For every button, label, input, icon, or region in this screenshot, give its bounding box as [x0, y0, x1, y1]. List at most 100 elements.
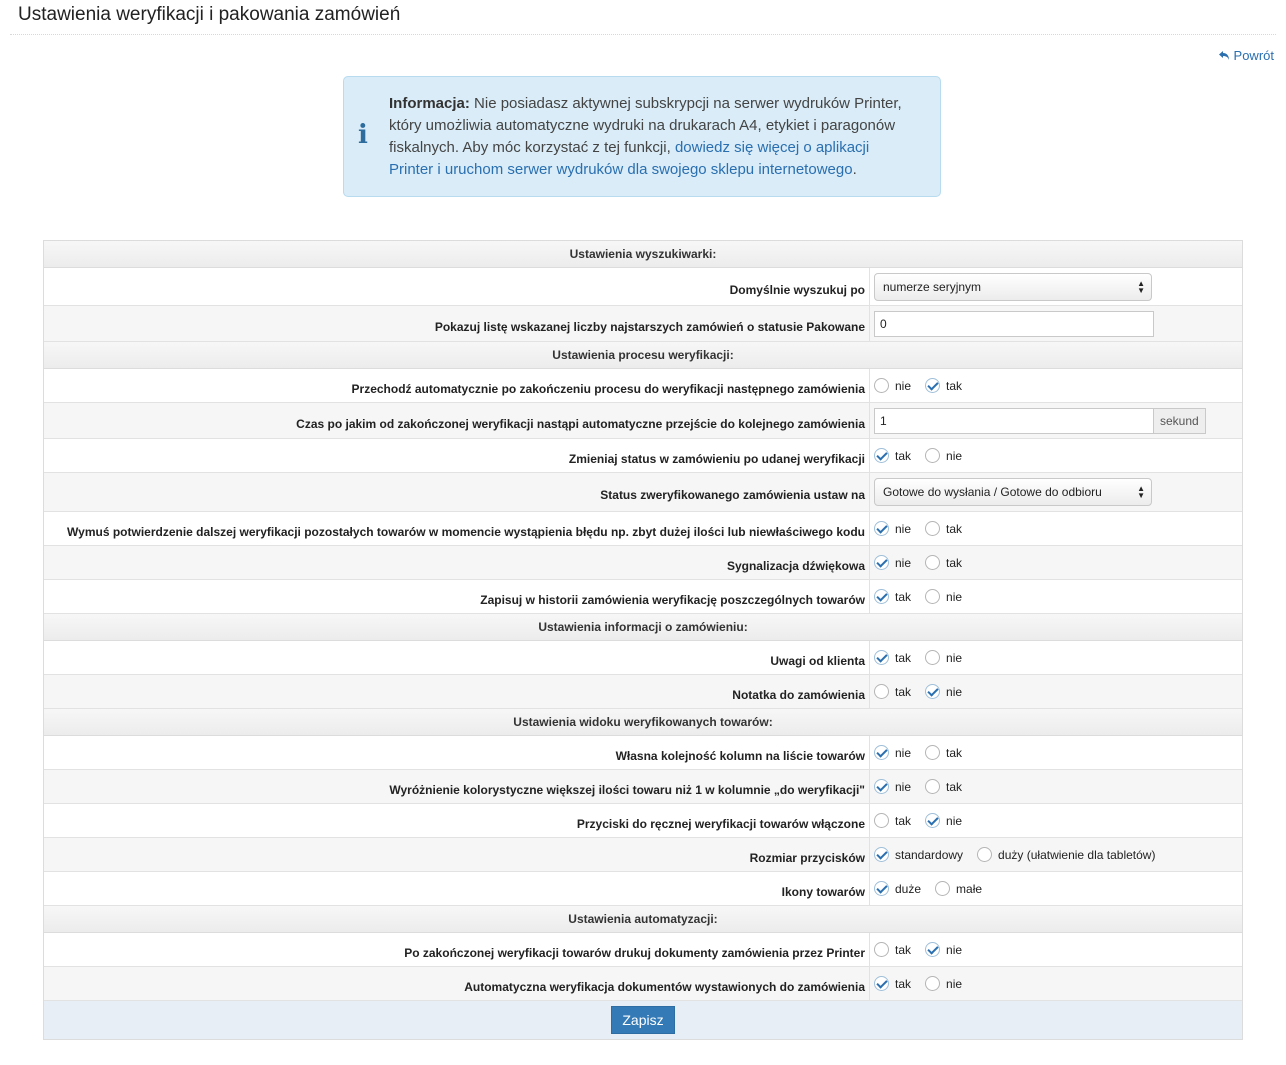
opt-label: nie: [895, 745, 912, 760]
opt-label: duże: [895, 881, 922, 896]
row-client-notes: Uwagi od klienta tak nie: [44, 641, 1242, 675]
opt-label: nie: [946, 942, 963, 957]
order-note-no[interactable]: nie: [925, 684, 962, 699]
auto-docs-yes[interactable]: tak: [874, 976, 911, 991]
row-label: Czas po jakim od zakończonej weryfikacji…: [44, 403, 870, 438]
back-link[interactable]: Powrót: [1218, 48, 1274, 63]
row-label: Po zakończonej weryfikacji towarów druku…: [44, 933, 870, 966]
radio-icon: [925, 745, 941, 760]
opt-label: małe: [956, 881, 983, 896]
opt-label: tak: [946, 779, 963, 794]
select-arrows-icon: ▲ ▼: [1137, 278, 1145, 295]
auto-docs-no[interactable]: nie: [925, 976, 962, 991]
verified-status-select[interactable]: Gotowe do wysłania / Gotowe do odbioru ▲ ▼: [874, 478, 1152, 506]
row-label: Automatyczna weryfikacja dokumentów wyst…: [44, 967, 870, 1000]
opt-label: nie: [946, 976, 963, 991]
highlight-yes[interactable]: tak: [925, 779, 962, 794]
row-column-order: Własna kolejność kolumn na liście towaró…: [44, 736, 1242, 770]
print-docs-yes[interactable]: tak: [874, 942, 911, 957]
row-label: Status zweryfikowanego zamówienia ustaw …: [44, 473, 870, 511]
print-docs-no[interactable]: nie: [925, 942, 962, 957]
section-process: Ustawienia procesu weryfikacji:: [44, 342, 1242, 369]
radio-icon: [874, 684, 889, 699]
row-order-note: Notatka do zamówienia tak nie: [44, 675, 1242, 709]
section-order-info: Ustawienia informacji o zamówieniu:: [44, 614, 1242, 641]
opt-label: tak: [946, 745, 963, 760]
change-status-no[interactable]: nie: [925, 448, 962, 463]
select-value: Gotowe do wysłania / Gotowe do odbioru: [883, 485, 1102, 499]
column-order-yes[interactable]: tak: [925, 745, 962, 760]
button-size-large[interactable]: duży (ułatwienie dla tabletów): [977, 847, 1155, 862]
opt-label: standardowy: [895, 847, 964, 862]
save-button[interactable]: Zapisz: [611, 1006, 675, 1034]
select-arrows-icon: ▲ ▼: [1137, 484, 1145, 500]
radio-checked-icon: [874, 779, 889, 794]
radio-icon: [874, 813, 889, 828]
radio-icon: [935, 881, 951, 896]
row-label: Przyciski do ręcznej weryfikacji towarów…: [44, 804, 870, 837]
history-no[interactable]: nie: [925, 589, 962, 604]
row-auto-docs: Automatyczna weryfikacja dokumentów wyst…: [44, 967, 1242, 1001]
manual-buttons-no[interactable]: nie: [925, 813, 962, 828]
radio-checked-icon: [925, 942, 941, 957]
sound-yes[interactable]: tak: [925, 555, 962, 570]
info-alert: i Informacja: Nie posiadasz aktywnej sub…: [343, 76, 941, 197]
radio-checked-icon: [874, 589, 889, 604]
radio-checked-icon: [874, 976, 889, 991]
info-icon: i: [358, 120, 368, 150]
auto-next-yes[interactable]: tak: [925, 378, 962, 393]
column-order-no[interactable]: nie: [874, 745, 911, 760]
delay-unit: sekund: [1154, 407, 1206, 434]
client-notes-no[interactable]: nie: [925, 650, 962, 665]
radio-checked-icon: [874, 745, 889, 760]
info-text: Informacja: Nie posiadasz aktywnej subsk…: [389, 93, 917, 181]
force-confirm-no[interactable]: nie: [874, 521, 911, 536]
row-label: Pokazuj listę wskazanej liczby najstarsz…: [44, 306, 870, 341]
opt-label: nie: [946, 684, 963, 699]
radio-checked-icon: [874, 650, 889, 665]
opt-label: nie: [946, 650, 963, 665]
sound-no[interactable]: nie: [874, 555, 911, 570]
default-search-select[interactable]: numerze seryjnym ▲ ▼: [874, 272, 1152, 301]
radio-checked-icon: [925, 378, 941, 393]
oldest-count-input[interactable]: 0: [874, 310, 1154, 337]
row-label: Domyślnie wyszukuj po: [44, 268, 870, 305]
opt-label: tak: [946, 378, 963, 393]
button-size-standard[interactable]: standardowy: [874, 847, 963, 862]
info-end: .: [852, 161, 857, 178]
history-yes[interactable]: tak: [874, 589, 911, 604]
opt-label: tak: [895, 650, 912, 665]
row-label: Własna kolejność kolumn na liście towaró…: [44, 736, 870, 769]
row-change-status: Zmieniaj status w zamówieniu po udanej w…: [44, 439, 1242, 473]
radio-checked-icon: [874, 881, 889, 896]
opt-label: tak: [895, 684, 912, 699]
select-value: numerze seryjnym: [883, 279, 982, 294]
row-oldest-list: Pokazuj listę wskazanej liczby najstarsz…: [44, 306, 1242, 342]
radio-icon: [977, 847, 993, 862]
row-label: Wyróżnienie kolorystyczne większej ilośc…: [44, 770, 870, 803]
product-icons-small[interactable]: małe: [935, 881, 982, 896]
opt-label: tak: [946, 555, 963, 570]
row-highlight: Wyróżnienie kolorystyczne większej ilośc…: [44, 770, 1242, 804]
opt-label: tak: [895, 976, 912, 991]
product-icons-large[interactable]: duże: [874, 881, 921, 896]
change-status-yes[interactable]: tak: [874, 448, 911, 463]
opt-label: nie: [895, 555, 912, 570]
form-footer: Zapisz: [44, 1001, 1242, 1039]
manual-buttons-yes[interactable]: tak: [874, 813, 911, 828]
highlight-no[interactable]: nie: [874, 779, 911, 794]
row-label: Notatka do zamówienia: [44, 675, 870, 708]
opt-label: tak: [895, 448, 912, 463]
page-title: Ustawienia weryfikacji i pakowania zamów…: [18, 4, 401, 25]
opt-label: nie: [946, 589, 963, 604]
force-confirm-yes[interactable]: tak: [925, 521, 962, 536]
row-delay: Czas po jakim od zakończonej weryfikacji…: [44, 403, 1242, 439]
auto-next-no[interactable]: nie: [874, 378, 911, 393]
client-notes-yes[interactable]: tak: [874, 650, 911, 665]
back-arrow-icon: [1218, 50, 1229, 60]
delay-input[interactable]: 1: [874, 407, 1154, 434]
order-note-yes[interactable]: tak: [874, 684, 911, 699]
row-label: Sygnalizacja dźwiękowa: [44, 546, 870, 579]
row-button-size: Rozmiar przycisków standardowy duży (ułat…: [44, 838, 1242, 872]
opt-label: nie: [946, 448, 963, 463]
